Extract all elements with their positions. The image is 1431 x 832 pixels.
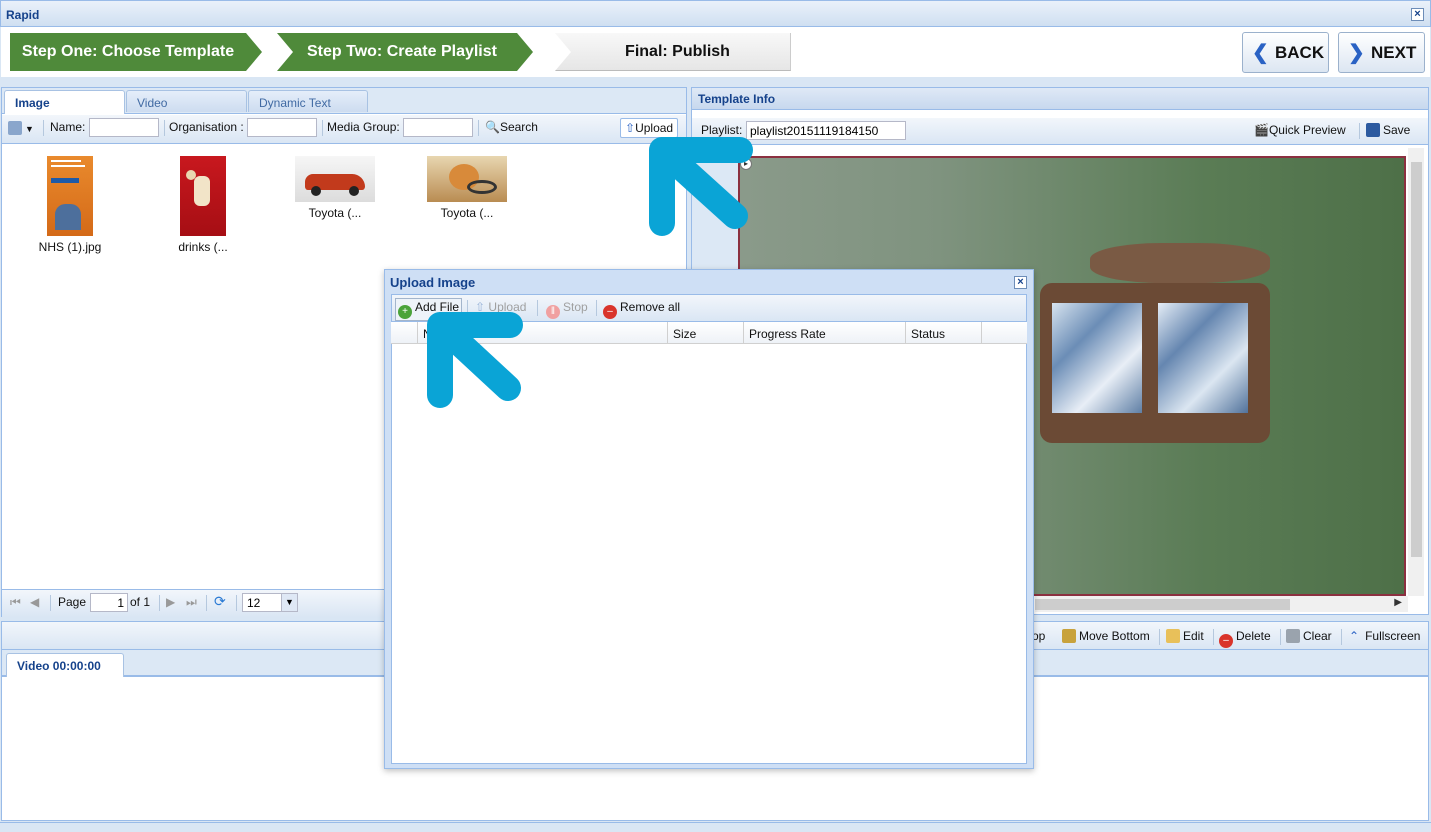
- vertical-scrollbar[interactable]: [1408, 148, 1424, 596]
- pause-icon: ǁ: [546, 305, 560, 319]
- close-icon[interactable]: ×: [1014, 276, 1027, 289]
- annotation-arrow-icon: [649, 137, 753, 236]
- media-item-caption: drinks (...: [178, 240, 228, 254]
- next-button[interactable]: ❯ NEXT: [1338, 32, 1425, 73]
- media-tabs: Image Video Dynamic Text: [2, 88, 686, 114]
- step-publish[interactable]: Final: Publish: [555, 33, 791, 71]
- column-size[interactable]: Size: [667, 322, 743, 344]
- tab-dynamic-text[interactable]: Dynamic Text: [248, 90, 368, 112]
- wizard-bar: Step One: Choose Template Step Two: Crea…: [1, 27, 1430, 77]
- chevron-right-icon: ❯: [1348, 42, 1365, 64]
- close-icon[interactable]: ×: [1411, 8, 1424, 21]
- window-title: Rapid: [6, 8, 40, 22]
- delete-button[interactable]: – Delete: [1219, 629, 1271, 648]
- save-button[interactable]: Save: [1366, 123, 1410, 137]
- tab-video-timeline[interactable]: Video 00:00:00: [6, 653, 124, 677]
- remove-all-button[interactable]: – Remove all: [603, 300, 680, 319]
- window-titlebar: Rapid ×: [0, 0, 1431, 27]
- upload-arrow-icon: ⇧: [625, 121, 636, 135]
- last-page-icon[interactable]: ⏭: [186, 595, 197, 610]
- step-label: Step Two: Create Playlist: [307, 43, 497, 60]
- horizontal-scrollbar[interactable]: ▶: [1035, 596, 1408, 612]
- first-page-icon[interactable]: ⏮: [10, 595, 21, 610]
- stop-button[interactable]: ǁ Stop: [546, 300, 588, 319]
- poster-thumbnail: [47, 156, 93, 236]
- clear-button[interactable]: Clear: [1286, 629, 1332, 643]
- poster-thumbnail: [180, 156, 226, 236]
- step-arrow-icon: [517, 33, 533, 71]
- media-item-caption: Toyota (...: [440, 206, 494, 220]
- tab-video[interactable]: Video: [126, 90, 247, 112]
- media-group-filter-input[interactable]: [403, 118, 473, 137]
- chevron-down-icon: ▼: [281, 594, 297, 611]
- page-size-select[interactable]: 12 ▼: [242, 593, 298, 612]
- media-item[interactable]: Toyota (...: [292, 156, 378, 220]
- move-top-button[interactable]: op: [1032, 629, 1045, 643]
- grid-view-icon: [8, 121, 22, 135]
- film-clapper-icon: 🎬: [1254, 123, 1269, 137]
- playlist-name-input[interactable]: [746, 121, 906, 140]
- search-icon: 🔍: [485, 120, 500, 134]
- film-reel-image: [1040, 243, 1270, 453]
- chevron-down-icon: ▼: [25, 124, 34, 134]
- move-bottom-button[interactable]: Move Bottom: [1062, 629, 1150, 643]
- floppy-save-icon: [1366, 123, 1380, 137]
- move-bottom-icon: [1062, 629, 1076, 643]
- quick-preview-button[interactable]: 🎬Quick Preview: [1254, 123, 1346, 137]
- trash-icon: [1286, 629, 1300, 643]
- step-arrow-icon: [246, 33, 262, 71]
- dialog-title: Upload Image: [390, 275, 476, 290]
- step-label: Final: Publish: [625, 43, 730, 60]
- chevron-right-icon[interactable]: ▶: [1394, 597, 1402, 608]
- chevron-left-icon: ❮: [1252, 42, 1269, 64]
- step-create-playlist[interactable]: Step Two: Create Playlist: [277, 33, 533, 71]
- prev-page-icon[interactable]: ◀: [30, 595, 39, 609]
- page-count-label: of 1: [130, 595, 151, 609]
- cat-thumbnail: [427, 156, 507, 202]
- next-page-icon[interactable]: ▶: [166, 595, 175, 609]
- column-status[interactable]: Status: [905, 322, 981, 344]
- minus-circle-icon: –: [603, 305, 617, 319]
- view-mode-dropdown[interactable]: ▼: [8, 121, 34, 135]
- plus-circle-icon: +: [398, 305, 412, 319]
- edit-button[interactable]: Edit: [1166, 629, 1204, 643]
- name-filter-input[interactable]: [89, 118, 159, 137]
- name-label: Name:: [50, 120, 86, 134]
- media-item[interactable]: Toyota (...: [424, 156, 510, 220]
- pencil-icon: [1166, 629, 1180, 643]
- media-item-caption: Toyota (...: [308, 206, 362, 220]
- media-toolbar: ▼ Name: Organisation : Media Group: 🔍Sea…: [2, 115, 686, 144]
- annotation-arrow-icon: [427, 312, 523, 408]
- double-chevron-up-icon: ⌃: [1349, 629, 1360, 643]
- car-thumbnail: [295, 156, 375, 202]
- organisation-label: Organisation :: [169, 120, 244, 134]
- template-info-header: Template Info: [692, 88, 1428, 110]
- tab-image[interactable]: Image: [4, 90, 125, 114]
- back-button[interactable]: ❮ BACK: [1242, 32, 1329, 73]
- fullscreen-button[interactable]: ⌃ Fullscreen: [1349, 629, 1420, 643]
- page-number-input[interactable]: [90, 593, 128, 612]
- refresh-icon[interactable]: ⟳: [214, 593, 226, 610]
- page-label: Page: [58, 595, 87, 609]
- search-button[interactable]: 🔍Search: [485, 120, 538, 134]
- step-label: Step One: Choose Template: [21, 43, 235, 60]
- media-item-caption: NHS (1).jpg: [38, 240, 102, 254]
- template-toolbar: Playlist: 🎬Quick Preview Save: [692, 118, 1428, 145]
- column-progress-rate[interactable]: Progress Rate: [743, 322, 905, 344]
- organisation-filter-input[interactable]: [247, 118, 317, 137]
- minus-circle-icon: –: [1219, 634, 1233, 648]
- media-item[interactable]: NHS (1).jpg: [27, 156, 113, 254]
- media-item[interactable]: drinks (...: [160, 156, 246, 254]
- step-choose-template[interactable]: Step One: Choose Template: [10, 33, 262, 71]
- media-group-label: Media Group:: [327, 120, 400, 134]
